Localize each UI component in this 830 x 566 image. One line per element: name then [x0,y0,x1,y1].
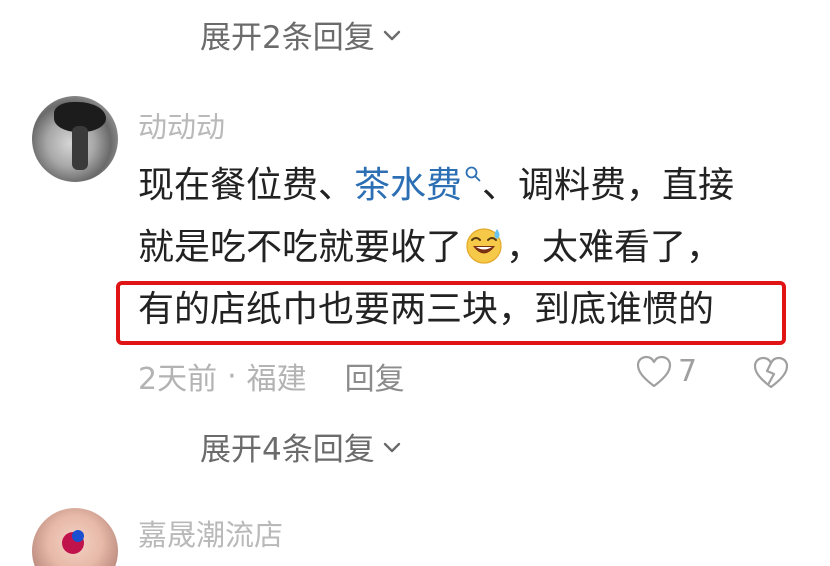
comment-username[interactable]: 动动动 [138,104,225,146]
avatar[interactable] [32,96,118,182]
comment-line-1: 现在餐位费、茶水费 、调料费，直接 [138,165,735,206]
search-icon [465,166,481,182]
expand-replies-button-2[interactable]: 展开4条回复 [200,424,403,469]
expand-replies-button[interactable]: 展开2条回复 [200,12,403,57]
heart-icon [636,355,672,387]
comment-time: 2天前 [138,362,218,397]
like-count: 7 [678,354,698,389]
comment-line-2: 就是吃不吃就要收了 ，太难看了， [138,227,723,268]
like-button[interactable]: 7 [636,354,697,389]
chevron-down-icon [383,30,400,40]
comment-thread-page: 展开2条回复 动动动 现在餐位费、茶水费 、调料费，直接 就是吃不吃就要收了 ，太… [0,0,830,566]
highlight-annotation-box [116,281,786,345]
chevron-down-icon [383,442,400,452]
broken-heart-icon[interactable] [752,356,790,390]
next-comment-username[interactable]: 嘉晟潮流店 [138,512,283,554]
reply-button[interactable]: 回复 [345,354,405,398]
laughing-with-sweat-emoji-icon [466,228,502,264]
comment-meta: 2天前 · 福建 回复 [138,354,405,398]
search-link[interactable]: 茶水费 [354,165,482,206]
meta-separator: · [227,358,237,394]
avatar[interactable] [32,508,118,566]
expand-replies-label: 展开2条回复 [200,20,375,56]
expand-replies-label: 展开4条回复 [200,432,375,468]
comment-location: 福建 [246,362,307,397]
